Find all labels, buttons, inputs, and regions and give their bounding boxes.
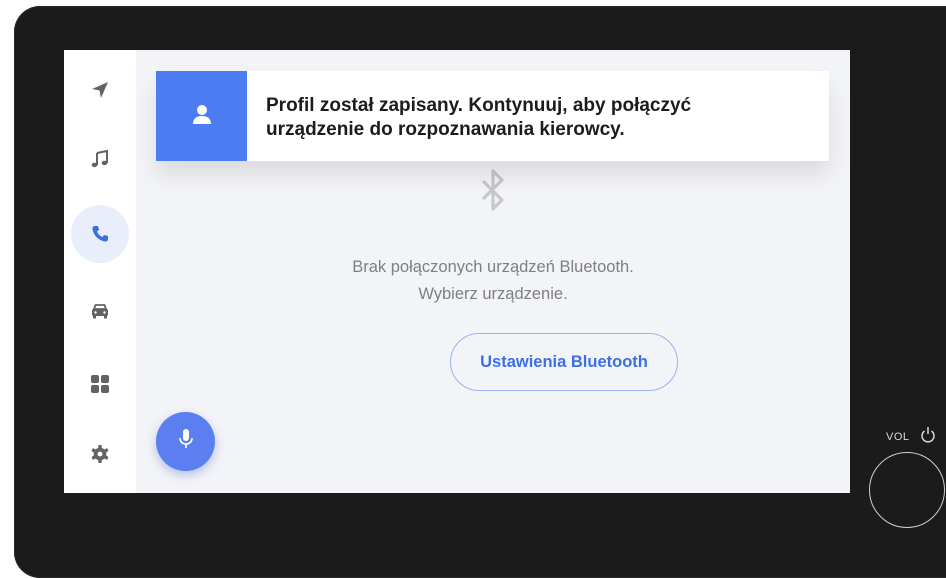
sidebar [64,50,136,493]
profile-saved-notification: Profil został zapisany. Kontynuuj, aby p… [156,71,829,161]
gear-icon [90,444,110,464]
sidebar-item-car[interactable] [71,282,129,340]
volume-knob[interactable] [869,452,945,528]
screen: Brak połączonych urządzeń Bluetooth. Wyb… [64,50,850,493]
select-device-message: Wybierz urządzenie. [418,285,568,303]
bluetooth-settings-button[interactable]: Ustawienia Bluetooth [450,333,678,391]
sidebar-item-music[interactable] [71,130,129,188]
car-icon [90,301,110,321]
phone-icon [90,224,110,244]
volume-label: VOL [886,431,910,443]
no-devices-message: Brak połączonych urządzeń Bluetooth. [352,258,634,276]
sidebar-item-phone[interactable] [71,205,129,263]
voice-assistant-button[interactable] [156,412,215,471]
music-note-icon [90,149,110,169]
apps-grid-icon [89,373,111,395]
sidebar-item-navigation[interactable] [71,61,129,119]
sidebar-item-apps[interactable] [71,355,129,413]
sidebar-item-settings[interactable] [71,425,129,483]
power-icon [920,426,936,449]
navigation-arrow-icon [90,80,110,100]
bluetooth-icon [476,168,510,231]
microphone-icon [178,428,194,455]
user-icon [191,103,213,130]
notification-message: Profil został zapisany. Kontynuuj, aby p… [266,95,692,140]
notification-icon-box [156,71,247,161]
